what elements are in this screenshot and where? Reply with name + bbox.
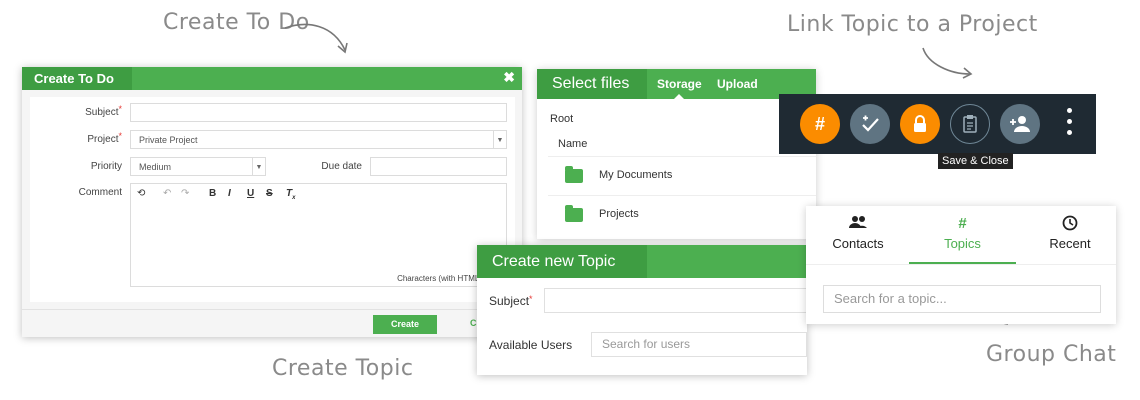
priority-label: Priority bbox=[90, 161, 122, 172]
comment-label: Comment bbox=[78, 187, 122, 198]
topic-header: Create new Topic bbox=[477, 245, 807, 278]
files-header: Select files Storage Upload bbox=[537, 69, 816, 99]
project-value: Private Project bbox=[139, 135, 198, 145]
dialog-footer: Create C bbox=[22, 309, 522, 338]
caption-link-topic: Link Topic to a Project bbox=[787, 12, 1038, 37]
comment-editor[interactable]: ⟲ ↶ ↷ B I U S Tx Characters (with HTML):… bbox=[130, 183, 507, 287]
undo-icon[interactable]: ↶ bbox=[163, 188, 171, 199]
bold-icon[interactable]: B bbox=[209, 188, 216, 199]
redo-icon[interactable]: ↷ bbox=[181, 188, 189, 199]
add-person-icon[interactable] bbox=[1000, 104, 1040, 144]
folder-icon bbox=[565, 205, 583, 222]
arrow-link-topic bbox=[922, 47, 973, 79]
source-icon[interactable]: ⟲ bbox=[137, 188, 145, 199]
tab-contacts[interactable]: Contacts bbox=[806, 206, 910, 264]
close-icon[interactable]: ✖ bbox=[503, 69, 515, 86]
tab-label: Topics bbox=[944, 236, 981, 251]
lock-icon[interactable] bbox=[900, 104, 940, 144]
available-users-label: Available Users bbox=[489, 338, 573, 352]
arrow-todo bbox=[284, 23, 348, 54]
chevron-down-icon[interactable]: ▼ bbox=[493, 131, 506, 148]
create-topic-dialog: Create new Topic Subject* Available User… bbox=[477, 245, 807, 375]
dialog-header: Create To Do ✖ bbox=[22, 67, 522, 90]
italic-icon[interactable]: I bbox=[228, 188, 231, 199]
files-title: Select files bbox=[537, 69, 647, 99]
users-search-input[interactable]: Search for users bbox=[591, 332, 807, 357]
caption-create-topic: Create Topic bbox=[272, 356, 414, 381]
topic-subject-label: Subject* bbox=[489, 294, 533, 308]
subject-input[interactable] bbox=[130, 103, 507, 122]
list-item[interactable]: My Documents bbox=[548, 156, 816, 195]
clipboard-icon[interactable] bbox=[950, 104, 990, 144]
chevron-down-icon[interactable]: ▼ bbox=[252, 158, 265, 175]
hash-icon: # bbox=[958, 215, 967, 232]
tab-upload[interactable]: Upload bbox=[717, 69, 758, 99]
group-chat-panel: Contacts # Topics Recent Search for a to… bbox=[806, 206, 1116, 324]
underline-icon[interactable]: U bbox=[247, 188, 254, 199]
due-date-input[interactable] bbox=[370, 157, 507, 176]
tab-label: Recent bbox=[1049, 236, 1091, 251]
tab-topics[interactable]: # Topics bbox=[909, 206, 1016, 264]
clock-icon bbox=[1018, 215, 1122, 233]
topic-title: Create new Topic bbox=[477, 245, 647, 278]
strikethrough-icon[interactable]: S bbox=[266, 188, 273, 199]
topic-subject-input[interactable] bbox=[544, 288, 807, 313]
due-date-label: Due date bbox=[321, 161, 362, 172]
more-vertical-icon[interactable] bbox=[1067, 108, 1073, 138]
project-label: Project* bbox=[87, 131, 122, 145]
project-select[interactable]: Private Project ▼ bbox=[130, 130, 507, 149]
subject-label: Subject* bbox=[85, 104, 122, 118]
priority-value: Medium bbox=[139, 162, 172, 172]
dialog-title: Create To Do bbox=[22, 67, 132, 90]
tab-storage[interactable]: Storage bbox=[657, 69, 702, 99]
clear-format-icon[interactable]: Tx bbox=[286, 188, 295, 201]
hash-icon[interactable]: # bbox=[800, 104, 840, 144]
caption-group-chat: Group Chat bbox=[986, 342, 1117, 367]
todo-form: Subject* Project* Private Project ▼ Prio… bbox=[30, 97, 515, 302]
save-close-tooltip: Save & Close bbox=[938, 153, 1013, 169]
tab-recent[interactable]: Recent bbox=[1018, 206, 1122, 264]
topic-toolbar: # bbox=[779, 94, 1096, 154]
create-button[interactable]: Create bbox=[373, 315, 437, 334]
contacts-icon bbox=[806, 215, 910, 233]
priority-select[interactable]: Medium ▼ bbox=[130, 157, 266, 176]
topic-search-input[interactable]: Search for a topic... bbox=[823, 285, 1101, 313]
cancel-button[interactable]: C bbox=[470, 318, 477, 328]
folder-name: My Documents bbox=[599, 169, 673, 181]
tab-label: Contacts bbox=[832, 236, 884, 251]
todo-add-icon[interactable] bbox=[850, 104, 890, 144]
list-item[interactable]: Projects bbox=[548, 195, 816, 234]
folder-name: Projects bbox=[599, 208, 639, 220]
select-files-dialog: Select files Storage Upload Root Name My… bbox=[537, 69, 816, 239]
folder-icon bbox=[565, 166, 583, 183]
column-header-name[interactable]: Name bbox=[558, 138, 587, 150]
divider bbox=[806, 264, 1116, 265]
create-todo-dialog: Create To Do ✖ Subject* Project* Private… bbox=[22, 67, 522, 337]
breadcrumb-root[interactable]: Root bbox=[550, 113, 573, 125]
